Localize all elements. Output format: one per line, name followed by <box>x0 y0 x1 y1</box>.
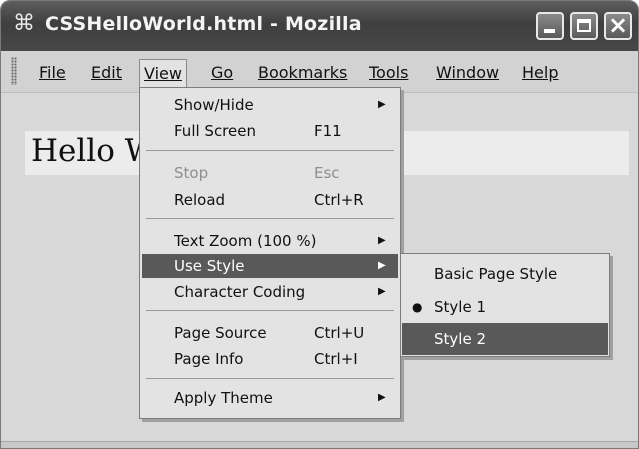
menu-file[interactable]: File <box>35 60 70 86</box>
menu-item-label: Page Source <box>174 324 267 342</box>
menu-go[interactable]: Go <box>207 60 237 86</box>
menu-item-shortcut: Ctrl+R <box>314 191 364 209</box>
menu-item-shortcut: Esc <box>314 164 340 182</box>
menu-separator <box>146 378 394 379</box>
menu-item-stop: Stop Esc <box>142 161 398 185</box>
submenu-arrow-icon: ▶ <box>378 260 386 271</box>
title-bar[interactable]: ⌘ CSSHelloWorld.html - Mozilla × <box>1 1 638 51</box>
browser-window: ⌘ CSSHelloWorld.html - Mozilla × File Ed… <box>0 0 639 449</box>
menu-item-full-screen[interactable]: Full Screen F11 <box>142 119 398 143</box>
menu-separator <box>146 310 394 311</box>
window-title: CSSHelloWorld.html - Mozilla <box>45 13 362 35</box>
minimize-button[interactable] <box>536 12 564 40</box>
menu-item-shortcut: Ctrl+I <box>314 350 358 368</box>
submenu-arrow-icon: ▶ <box>378 286 386 297</box>
menu-go-label: Go <box>211 63 234 82</box>
menu-item-page-source[interactable]: Page Source Ctrl+U <box>142 321 398 345</box>
submenu-item-basic-page-style[interactable]: Basic Page Style <box>402 258 608 290</box>
menu-item-label: Reload <box>174 191 226 209</box>
menu-item-show-hide[interactable]: Show/Hide ▶ <box>142 93 398 117</box>
menu-item-text-zoom[interactable]: Text Zoom (100 %) ▶ <box>142 229 398 253</box>
maximize-button[interactable] <box>570 12 598 40</box>
menu-edit-label: Edit <box>91 63 122 82</box>
menu-tools-label: Tools <box>369 63 409 82</box>
menu-item-label: Use Style <box>174 257 245 275</box>
submenu-arrow-icon: ▶ <box>378 99 386 110</box>
menu-item-reload[interactable]: Reload Ctrl+R <box>142 188 398 212</box>
menu-item-label: Apply Theme <box>174 389 273 407</box>
menu-help-label: Help <box>522 63 559 82</box>
menu-window[interactable]: Window <box>432 60 503 86</box>
menu-item-page-info[interactable]: Page Info Ctrl+I <box>142 347 398 371</box>
submenu-arrow-icon: ▶ <box>378 392 386 403</box>
menu-tools[interactable]: Tools <box>365 60 412 86</box>
menu-item-shortcut: F11 <box>314 122 342 140</box>
close-icon: × <box>607 11 629 39</box>
menu-window-label: Window <box>436 63 500 82</box>
menu-item-label: Character Coding <box>174 283 306 301</box>
mozilla-app-icon: ⌘ <box>13 11 35 36</box>
radio-bullet-icon: ● <box>412 300 423 314</box>
menu-item-label: Full Screen <box>174 122 256 140</box>
menu-help[interactable]: Help <box>518 60 562 86</box>
toolbar-grip-icon[interactable] <box>11 57 17 85</box>
menu-file-label: File <box>39 63 66 82</box>
close-button[interactable]: × <box>604 11 632 40</box>
menu-separator <box>146 150 394 151</box>
menu-item-label: Stop <box>174 164 209 182</box>
submenu-item-label: Basic Page Style <box>434 265 558 283</box>
submenu-arrow-icon: ▶ <box>378 235 386 246</box>
menu-item-shortcut: Ctrl+U <box>314 324 365 342</box>
status-bar <box>1 441 638 448</box>
use-style-submenu: Basic Page Style ● Style 1 Style 2 <box>400 253 610 357</box>
submenu-item-label: Style 1 <box>434 298 486 316</box>
maximize-icon <box>577 19 591 32</box>
minimize-icon <box>544 29 555 33</box>
submenu-item-label: Style 2 <box>434 330 486 348</box>
menu-bookmarks[interactable]: Bookmarks <box>254 60 351 86</box>
menu-item-apply-theme[interactable]: Apply Theme ▶ <box>142 386 398 410</box>
menu-edit[interactable]: Edit <box>87 60 126 86</box>
submenu-item-style-1[interactable]: ● Style 1 <box>402 291 608 323</box>
menu-bookmarks-label: Bookmarks <box>258 63 348 82</box>
menu-separator <box>146 218 394 219</box>
submenu-item-style-2[interactable]: Style 2 <box>402 323 608 355</box>
menu-view[interactable]: View <box>139 59 187 89</box>
menu-view-label: View <box>144 64 182 83</box>
menu-item-character-coding[interactable]: Character Coding ▶ <box>142 280 398 304</box>
view-menu-dropdown: Show/Hide ▶ Full Screen F11 Stop Esc Rel… <box>139 87 401 419</box>
menu-item-use-style[interactable]: Use Style ▶ <box>142 254 398 278</box>
menu-item-label: Text Zoom (100 %) <box>174 232 317 250</box>
menu-item-label: Show/Hide <box>174 96 254 114</box>
menu-item-label: Page Info <box>174 350 244 368</box>
